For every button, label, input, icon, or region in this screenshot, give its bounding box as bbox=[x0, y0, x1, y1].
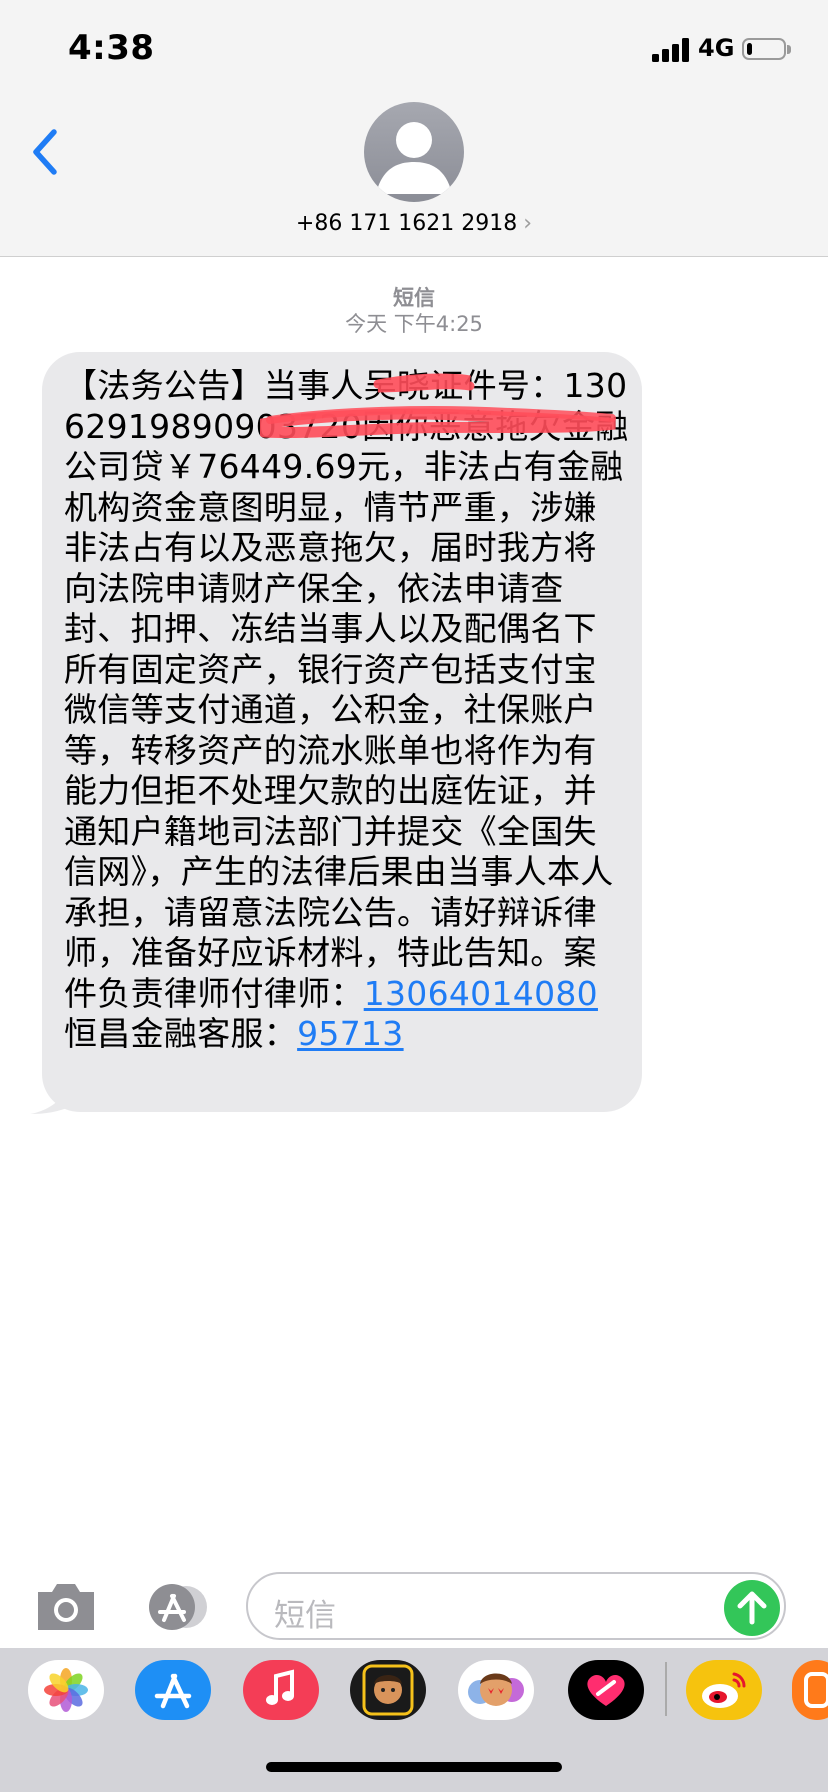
camera-button[interactable] bbox=[34, 1578, 98, 1634]
orange-app[interactable] bbox=[792, 1660, 828, 1720]
message-text: 【法务公告】当事人吴晓证件号：13062919890903720因你恶意拖欠金融… bbox=[64, 366, 629, 1055]
orange-app-icon bbox=[804, 1672, 828, 1708]
home-indicator[interactable] bbox=[266, 1762, 562, 1772]
memoji-icon bbox=[468, 1673, 524, 1706]
weibo-app[interactable] bbox=[686, 1660, 762, 1720]
memoji-app[interactable] bbox=[458, 1660, 534, 1720]
message-body: 【法务公告】当事人吴晓证件号：13062919890903720因你恶意拖欠金融… bbox=[64, 366, 629, 1013]
digital-touch-icon bbox=[587, 1675, 625, 1706]
input-placeholder: 短信 bbox=[274, 1598, 336, 1634]
status-time: 4:38 bbox=[68, 28, 155, 68]
app-store-icon bbox=[149, 1584, 207, 1630]
send-arrow-icon bbox=[737, 1591, 767, 1625]
chevron-left-icon bbox=[33, 129, 57, 175]
message-timestamp: 今天 下午4:25 bbox=[345, 312, 483, 336]
app-store-app[interactable] bbox=[135, 1660, 211, 1720]
drawer-separator bbox=[665, 1662, 667, 1716]
cellular-signal-icon bbox=[652, 38, 690, 62]
camera-icon bbox=[38, 1584, 94, 1630]
network-type: 4G bbox=[698, 34, 735, 62]
photos-app[interactable] bbox=[28, 1660, 104, 1720]
bubble-tail bbox=[30, 1072, 72, 1114]
back-button[interactable] bbox=[26, 124, 66, 180]
service-label: 恒昌金融客服： bbox=[64, 1014, 298, 1053]
weibo-icon bbox=[702, 1672, 746, 1708]
memoji-camera-app[interactable] bbox=[350, 1660, 426, 1720]
message-input[interactable]: 短信 bbox=[246, 1572, 786, 1640]
photos-icon bbox=[44, 1668, 88, 1712]
battery-icon bbox=[742, 38, 786, 60]
memoji-camera-icon bbox=[362, 1664, 414, 1716]
contact-phone: +86 171 1621 2918 bbox=[295, 211, 518, 236]
service-phone-link[interactable]: 95713 bbox=[297, 1014, 403, 1053]
contact-name[interactable]: +86 171 1621 2918 › bbox=[0, 211, 828, 236]
music-icon bbox=[266, 1669, 294, 1705]
contact-avatar[interactable] bbox=[364, 102, 464, 202]
music-app[interactable] bbox=[243, 1660, 319, 1720]
send-button[interactable] bbox=[724, 1580, 780, 1636]
person-silhouette-icon bbox=[376, 122, 452, 194]
battery-tip bbox=[787, 45, 791, 54]
digital-touch-app[interactable] bbox=[568, 1660, 644, 1720]
app-store-button[interactable] bbox=[140, 1582, 212, 1632]
chevron-right-icon: › bbox=[523, 211, 533, 236]
lawyer-phone-link[interactable]: 13064014080 bbox=[364, 974, 598, 1013]
conversation-header: 4:38 4G +86 171 1621 2918 › bbox=[0, 0, 828, 257]
app-store-icon bbox=[154, 1673, 192, 1709]
